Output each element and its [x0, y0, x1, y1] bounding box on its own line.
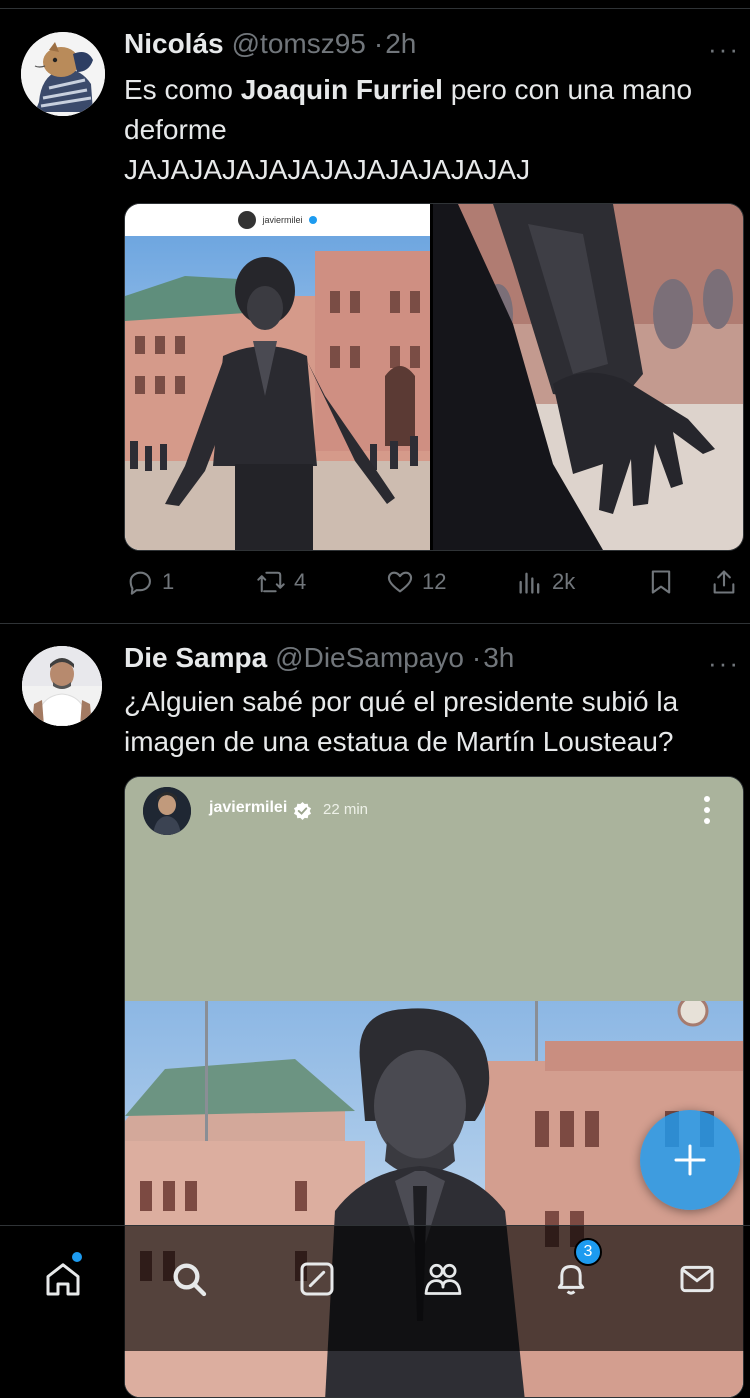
- post-time[interactable]: 2h: [385, 28, 416, 60]
- plus-icon: [674, 1144, 706, 1176]
- home-icon: [46, 1263, 80, 1296]
- nav-compose[interactable]: [292, 1254, 342, 1304]
- post-header: Nicolás @tomsz95 · 2h: [124, 28, 684, 68]
- separator: ·: [373, 28, 384, 59]
- author-handle[interactable]: @DieSampayo: [275, 642, 464, 674]
- share-icon: [713, 570, 735, 594]
- embedded-account-bar: javiermilei: [125, 204, 430, 236]
- nav-messages[interactable]: [672, 1254, 722, 1304]
- nav-notifications[interactable]: 3: [546, 1238, 602, 1304]
- media-image-right[interactable]: [433, 204, 743, 550]
- avatar-image: [21, 32, 105, 116]
- views-icon: [519, 572, 540, 594]
- repost-count: 4: [294, 569, 307, 594]
- home-unread-dot: [72, 1252, 82, 1262]
- reply-icon: [129, 571, 151, 595]
- more-options-icon[interactable]: ···: [708, 648, 740, 679]
- communities-icon: [424, 1263, 462, 1295]
- author-handle[interactable]: @tomsz95: [232, 28, 366, 60]
- author-name[interactable]: Nicolás: [124, 28, 224, 60]
- statue-hand-photo: [433, 204, 743, 550]
- views-count: 2k: [552, 569, 576, 594]
- avatar-image: [22, 646, 102, 726]
- post-header: Die Sampa @DieSampayo · 3h: [124, 642, 684, 682]
- like-count: 12: [422, 569, 447, 594]
- heart-icon: [387, 571, 413, 593]
- post-media[interactable]: javiermilei: [124, 203, 744, 551]
- avatar[interactable]: [22, 646, 102, 726]
- reply-count: 1: [162, 569, 175, 594]
- views-button[interactable]: 2k: [516, 568, 575, 596]
- bookmark-icon: [651, 570, 671, 594]
- nav-home[interactable]: [38, 1252, 88, 1304]
- bottom-navigation: 3: [0, 1225, 750, 1351]
- post[interactable]: Nicolás @tomsz95 · 2h ··· Es como Joaqui…: [0, 10, 750, 622]
- post-text-start: Es como: [124, 74, 241, 105]
- repost-button[interactable]: 4: [256, 568, 306, 596]
- author-name[interactable]: Die Sampa: [124, 642, 267, 674]
- nav-search[interactable]: [164, 1254, 214, 1304]
- more-options-icon[interactable]: ···: [708, 34, 740, 65]
- nav-communities[interactable]: [418, 1254, 468, 1304]
- search-icon: [173, 1263, 207, 1297]
- embedded-account-name: javiermilei: [262, 215, 303, 225]
- notifications-badge: 3: [574, 1238, 602, 1266]
- verified-icon: [293, 801, 312, 820]
- compose-fab[interactable]: [640, 1110, 740, 1210]
- embedded-more-icon: [703, 795, 711, 825]
- embedded-avatar: [143, 787, 191, 835]
- statue-photo: [125, 236, 430, 550]
- post-time[interactable]: 3h: [483, 642, 514, 674]
- embedded-avatar-image: [143, 787, 191, 835]
- repost-icon: [257, 571, 285, 593]
- embedded-avatar: [238, 211, 257, 229]
- post-text-bold: Joaquin Furriel: [240, 74, 443, 105]
- post-text: ¿Alguien sabé por qué el presidente subi…: [124, 686, 679, 757]
- compose-icon: [300, 1262, 334, 1296]
- embedded-post-header: javiermilei 22 min: [125, 777, 743, 1001]
- separator: ·: [471, 642, 482, 673]
- like-button[interactable]: 12: [386, 568, 446, 596]
- media-image-left[interactable]: javiermilei: [125, 204, 430, 550]
- share-button[interactable]: [710, 568, 738, 596]
- verified-icon: [308, 216, 317, 224]
- messages-icon: [680, 1265, 714, 1293]
- top-divider: [0, 8, 750, 9]
- embedded-account-name: javiermilei: [209, 799, 288, 816]
- post-text: Es como Joaquin Furriel pero con una man…: [124, 70, 744, 190]
- avatar[interactable]: [21, 32, 105, 116]
- embedded-post-time: 22 min: [323, 801, 369, 818]
- bookmark-button[interactable]: [648, 568, 674, 596]
- reply-button[interactable]: 1: [126, 568, 174, 596]
